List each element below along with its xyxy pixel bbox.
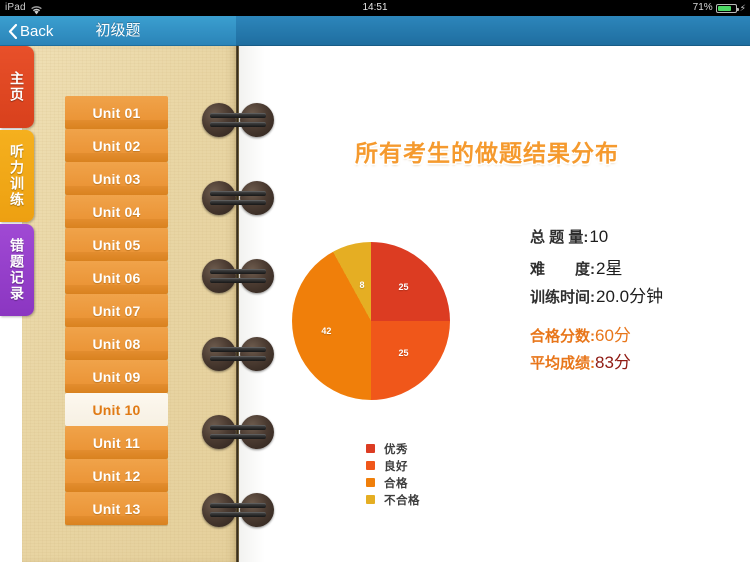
legend-item: 合格 (366, 474, 420, 491)
unit-item[interactable]: Unit 02 (65, 129, 168, 162)
score-row: 合格分数:60分 (530, 321, 631, 348)
ipad-screen: iPad 14:51 71% ⚡ 初级题 Back Unit 01 Unit 0… (0, 0, 750, 562)
unit-item-label: Unit 08 (92, 335, 141, 352)
legend-swatch (366, 444, 375, 453)
unit-item-label: Unit 05 (92, 236, 141, 253)
unit-item-label: Unit 03 (92, 170, 141, 187)
legend-item: 不合格 (366, 491, 420, 508)
unit-item[interactable]: Unit 05 (65, 228, 168, 261)
score-label: 平均成绩 (530, 355, 591, 372)
unit-item-label: Unit 04 (92, 203, 141, 220)
legend-label: 不合格 (384, 494, 420, 507)
stat-row: 难 度:2星 (530, 254, 663, 282)
unit-item[interactable]: Unit 09 (65, 360, 168, 393)
lightning-bolt-icon: ⚡ (739, 2, 746, 13)
stat-colon: : (583, 229, 589, 246)
binder-ring (202, 337, 274, 371)
unit-item[interactable]: Unit 06 (65, 261, 168, 294)
stat-label: 总 题 量 (530, 229, 584, 246)
legend-label: 优秀 (384, 443, 408, 456)
stat-colon: : (590, 261, 596, 278)
unit-item-label: Unit 11 (92, 434, 141, 451)
unit-item[interactable]: Unit 12 (65, 459, 168, 492)
binder-ring (202, 103, 274, 137)
legend-swatch (366, 478, 375, 487)
unit-item[interactable]: Unit 13 (65, 492, 168, 525)
binder-ring (202, 259, 274, 293)
stat-row: 总 题 量:10 (530, 226, 663, 254)
battery-percent: 71% (692, 2, 713, 13)
binder-ring (202, 181, 274, 215)
unit-item[interactable]: Unit 04 (65, 195, 168, 228)
stat-value: 2星 (596, 259, 623, 278)
side-tab-1[interactable]: 主页 (0, 46, 34, 128)
binder-ring (202, 493, 274, 527)
stat-value: 20.0分钟 (596, 287, 664, 306)
stat-colon: : (590, 289, 596, 306)
pie-slice-value: 8 (359, 280, 365, 291)
pie-chart: 25 25 42 8 (292, 242, 450, 400)
notebook: Unit 01 Unit 02 Unit 03 Unit 04 Unit 05 Unit … (0, 46, 750, 562)
back-button[interactable]: Back (8, 16, 53, 46)
unit-item-label: Unit 02 (92, 137, 141, 154)
unit-item[interactable]: Unit 01 (65, 96, 168, 129)
stat-row: 训练时间:20.0分钟 (530, 282, 663, 310)
score-value: 60分 (595, 326, 631, 345)
chart-legend: 优秀 良好 合格 不合格 (366, 440, 420, 508)
back-button-label: Back (20, 22, 54, 40)
score-panel: 合格分数:60分 平均成绩:83分 (530, 321, 631, 375)
content-title: 所有考生的做题结果分布 (355, 140, 619, 166)
stat-value: 10 (589, 227, 609, 246)
navbar-right-panel (236, 16, 750, 46)
legend-label: 良好 (384, 460, 408, 473)
chevron-left-icon (8, 23, 18, 39)
side-tab-label: 错题记录 (9, 238, 25, 302)
pie-slice-value: 25 (398, 282, 409, 293)
side-tab-rail: 主页听力训练错题记录 (0, 46, 34, 346)
stat-label: 训练时间 (530, 289, 591, 306)
binder-ring (202, 415, 274, 449)
unit-item[interactable]: Unit 11 (65, 426, 168, 459)
status-right: 71% ⚡ (693, 0, 746, 16)
unit-item[interactable]: Unit 10 (65, 393, 168, 426)
score-row: 平均成绩:83分 (530, 348, 631, 375)
pie-slice-value: 42 (321, 326, 332, 337)
side-tab-label: 主页 (9, 71, 25, 103)
score-label: 合格分数 (530, 328, 591, 345)
unit-item[interactable]: Unit 08 (65, 327, 168, 360)
stat-label: 难 度 (530, 261, 591, 278)
legend-item: 优秀 (366, 440, 420, 457)
unit-item-label: Unit 12 (92, 467, 141, 484)
unit-item[interactable]: Unit 03 (65, 162, 168, 195)
side-tab-label: 听力训练 (9, 144, 25, 208)
ios-status-bar: iPad 14:51 71% ⚡ (0, 0, 750, 16)
pie-chart-graphic (292, 242, 450, 400)
pie-slice-value: 25 (398, 347, 409, 358)
side-tab-2[interactable]: 听力训练 (0, 130, 34, 222)
battery-icon (715, 3, 739, 13)
score-value: 83分 (595, 353, 631, 372)
unit-item-label: Unit 07 (92, 302, 141, 319)
unit-item[interactable]: Unit 07 (65, 294, 168, 327)
unit-item-label: Unit 09 (92, 368, 141, 385)
unit-item-label: Unit 10 (92, 401, 141, 418)
legend-label: 合格 (384, 477, 408, 490)
unit-item-label: Unit 06 (92, 269, 141, 286)
unit-item-label: Unit 01 (92, 104, 141, 121)
legend-swatch (366, 495, 375, 504)
navigation-bar: 初级题 Back (0, 16, 750, 46)
unit-item-label: Unit 13 (92, 500, 141, 517)
legend-swatch (366, 461, 375, 470)
legend-item: 良好 (366, 457, 420, 474)
stats-panel: 总 题 量:10 难 度:2星 训练时间:20.0分钟 (530, 226, 663, 310)
side-tab-3[interactable]: 错题记录 (0, 224, 34, 316)
unit-list[interactable]: Unit 01 Unit 02 Unit 03 Unit 04 Unit 05 Unit … (65, 96, 168, 561)
clock: 14:51 (362, 2, 388, 13)
